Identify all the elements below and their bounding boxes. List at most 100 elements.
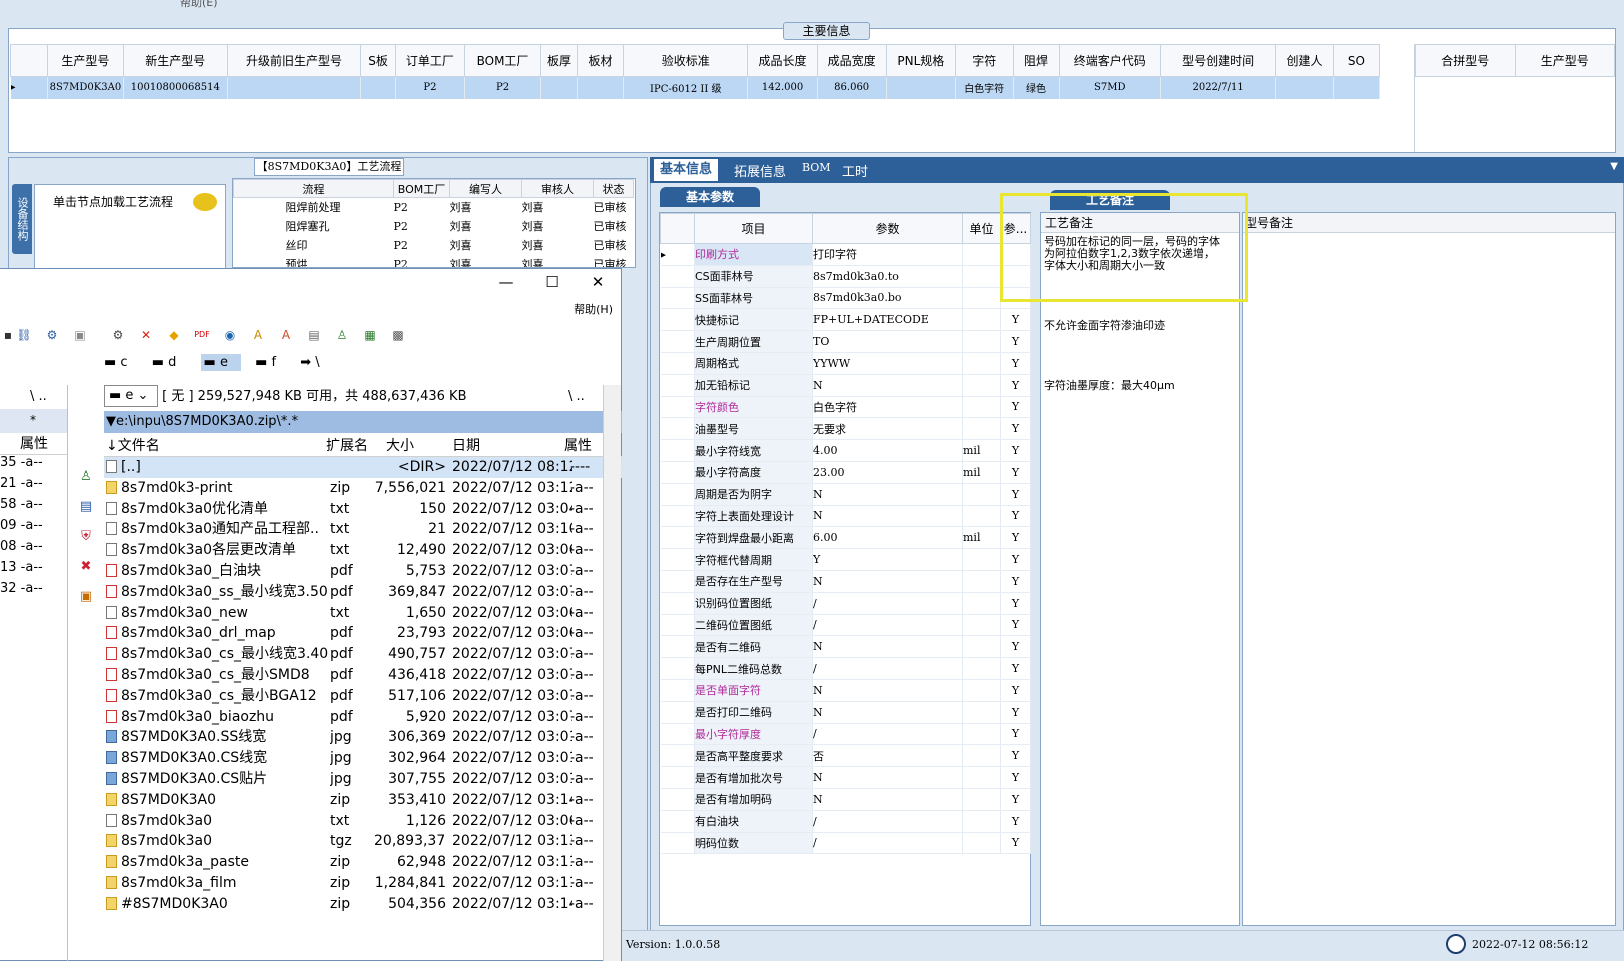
file-row[interactable]: 8S7MD0K3A0.CS贴片 jpg 307,755 2022/07/12 03:0… <box>104 769 622 790</box>
flow-row[interactable]: 预烘 P2 刘喜 刘喜 已审核 <box>234 255 634 268</box>
flow-col-header[interactable]: 编写人 <box>449 179 522 198</box>
left-file-row[interactable]: 58 -a-- <box>0 497 67 518</box>
col-header-ext[interactable]: 扩展名 <box>326 435 376 457</box>
params-row[interactable]: 是否有二维码 N Y <box>660 635 1031 659</box>
param-flag[interactable]: Y <box>1000 832 1031 855</box>
left-file-row[interactable]: 32 -a-- <box>0 581 67 602</box>
param-flag[interactable]: Y <box>1000 526 1031 550</box>
table-cell[interactable]: 8S7MD0K3A0 <box>47 76 124 99</box>
menu-fragment[interactable]: 帮助(E) <box>180 0 218 10</box>
table-cell[interactable]: S7MD <box>1059 76 1162 99</box>
params-row[interactable]: 加无铅标记 N Y <box>660 374 1031 397</box>
param-value[interactable]: N <box>812 788 963 811</box>
shield-icon[interactable]: ⛨ <box>68 529 104 559</box>
table-cell[interactable]: 10010800068514 <box>123 76 228 99</box>
flow-col-header[interactable]: 流程 <box>233 179 394 198</box>
param-value[interactable]: / <box>812 592 963 615</box>
tab-work-hours[interactable]: 工时 <box>842 161 868 180</box>
table-cell[interactable]: 白色字符 <box>955 76 1014 99</box>
help-menu[interactable]: 帮助(H) <box>574 301 613 317</box>
main-col-header[interactable]: BOM工厂 <box>463 44 542 77</box>
file-row[interactable]: 8s7md0k3a_paste zip 62,948 2022/07/12 03:11… <box>104 852 622 873</box>
drive-select[interactable]: ▬ e ⌄ <box>104 385 158 407</box>
main-col-header[interactable]: 字符 <box>954 44 1014 77</box>
left-file-row[interactable]: 21 -a-- <box>0 476 67 497</box>
params-row[interactable]: 快捷标记 FP+UL+DATECODE Y <box>660 308 1031 332</box>
file-row[interactable]: 8s7md0k3a0_cs_最小BGA12 pdf 517,106 2022/07/1… <box>104 686 622 707</box>
main-col-header[interactable]: 终端客户代码 <box>1058 44 1162 77</box>
param-flag[interactable]: Y <box>1000 657 1031 680</box>
param-flag[interactable]: Y <box>1000 352 1031 375</box>
left-file-row[interactable]: 13 -a-- <box>0 560 67 581</box>
flow-col-header[interactable]: BOM工厂 <box>393 179 450 198</box>
params-row[interactable]: CS面菲林号 8s7md0k3a0.to <box>660 265 1031 288</box>
document-icon[interactable]: ▤ <box>306 327 322 343</box>
params-row[interactable]: 最小字符厚度 / Y <box>660 723 1031 746</box>
param-flag[interactable]: Y <box>1000 592 1031 615</box>
tab-extended-info[interactable]: 拓展信息 <box>734 161 786 180</box>
param-flag[interactable]: Y <box>1000 417 1031 441</box>
param-flag[interactable]: Y <box>1000 744 1031 768</box>
file-scrollbar[interactable] <box>603 385 621 961</box>
left-filter[interactable]: * <box>0 409 67 433</box>
param-value[interactable]: 23.00 <box>812 461 963 484</box>
param-value[interactable]: / <box>812 614 963 637</box>
param-value[interactable]: 无要求 <box>812 417 963 441</box>
delete-icon[interactable]: ✕ <box>138 327 154 343</box>
params-row[interactable]: 是否高平整度要求否 Y <box>660 744 1031 768</box>
param-value[interactable]: TO <box>812 330 963 353</box>
main-col-header[interactable]: 创建人 <box>1275 44 1334 77</box>
drive-c-button[interactable]: ▬ c <box>104 355 138 370</box>
params-row[interactable]: 是否单面字符 N Y <box>660 679 1031 702</box>
param-value[interactable]: 6.00 <box>812 526 963 550</box>
package-icon[interactable]: ◆ <box>166 327 182 343</box>
image-icon[interactable]: ▣ <box>68 589 104 619</box>
table-cell[interactable] <box>577 76 625 99</box>
param-value[interactable]: N <box>812 635 963 659</box>
param-value[interactable]: Y <box>812 548 963 571</box>
param-flag[interactable]: Y <box>1000 308 1031 332</box>
file-row[interactable]: 8s7md0k3a0通知产品工程部.. txt 21 2022/07/12 03:10… <box>104 519 622 540</box>
params-row[interactable]: 油墨型号 无要求 Y <box>660 417 1031 441</box>
params-row[interactable]: 是否存在生产型号 N Y <box>660 570 1031 593</box>
param-flag[interactable]: Y <box>1000 810 1031 833</box>
flow-row[interactable]: 阻焊塞孔 P2 刘喜 刘喜 已审核 <box>234 217 634 236</box>
left-file-row[interactable]: 09 -a-- <box>0 518 67 539</box>
params-row[interactable]: 字符上表面处理设计 N Y <box>660 505 1031 528</box>
table-cell[interactable]: 绿色 <box>1013 76 1060 99</box>
chevron-down-icon[interactable]: ▼ <box>1610 161 1618 172</box>
main-col-header[interactable]: 验收标准 <box>623 44 749 77</box>
param-value[interactable]: 8s7md0k3a0.to <box>812 265 963 288</box>
main-col-header[interactable]: 板厚 <box>540 44 578 77</box>
param-flag[interactable]: Y <box>1000 374 1031 397</box>
table-cell[interactable] <box>227 76 362 99</box>
param-value[interactable]: N <box>812 483 963 506</box>
main-col-header[interactable]: 生产型号 <box>46 44 124 77</box>
param-value[interactable]: N <box>812 374 963 397</box>
main-col-header[interactable]: 订单工厂 <box>394 44 466 77</box>
param-flag[interactable]: Y <box>1000 614 1031 637</box>
network-drive-button[interactable]: ➡ \ <box>300 355 329 370</box>
param-value[interactable]: FP+UL+DATECODE <box>812 308 963 332</box>
param-flag[interactable]: Y <box>1000 788 1031 811</box>
file-row[interactable]: 8S7MD0K3A0 zip 353,410 2022/07/12 03:14 -a-- <box>104 790 622 811</box>
file-row[interactable]: 8s7md0k3a0_drl_map pdf 23,793 2022/07/12 03… <box>104 623 622 644</box>
table-cell[interactable] <box>1275 76 1334 99</box>
params-col-header[interactable]: 项目 <box>694 213 813 244</box>
param-value[interactable]: 否 <box>812 744 963 768</box>
param-flag[interactable]: Y <box>1000 396 1031 419</box>
click-load-area[interactable]: 单击节点加载工艺流程 <box>34 184 226 274</box>
param-value[interactable]: YYWW <box>812 352 963 375</box>
drive-d-button[interactable]: ▬ d <box>152 355 187 370</box>
table-cell[interactable]: 142.000 <box>747 76 818 99</box>
params-row[interactable]: ▸ 印刷方式 打印字符 <box>660 243 1031 266</box>
param-value[interactable]: 4.00 <box>812 439 963 462</box>
table-cell[interactable] <box>360 76 396 99</box>
table-cell[interactable] <box>886 76 956 99</box>
param-flag[interactable]: Y <box>1000 570 1031 593</box>
file-row[interactable]: 8s7md0k3a0tgz20,893,3762022/07/12 03:13-… <box>104 831 622 852</box>
main-col-header[interactable]: SO <box>1332 44 1381 77</box>
param-flag[interactable]: Y <box>1000 766 1031 789</box>
flow-col-header[interactable]: 状态 <box>593 179 634 198</box>
gear-icon[interactable]: ⚙ <box>110 327 126 343</box>
